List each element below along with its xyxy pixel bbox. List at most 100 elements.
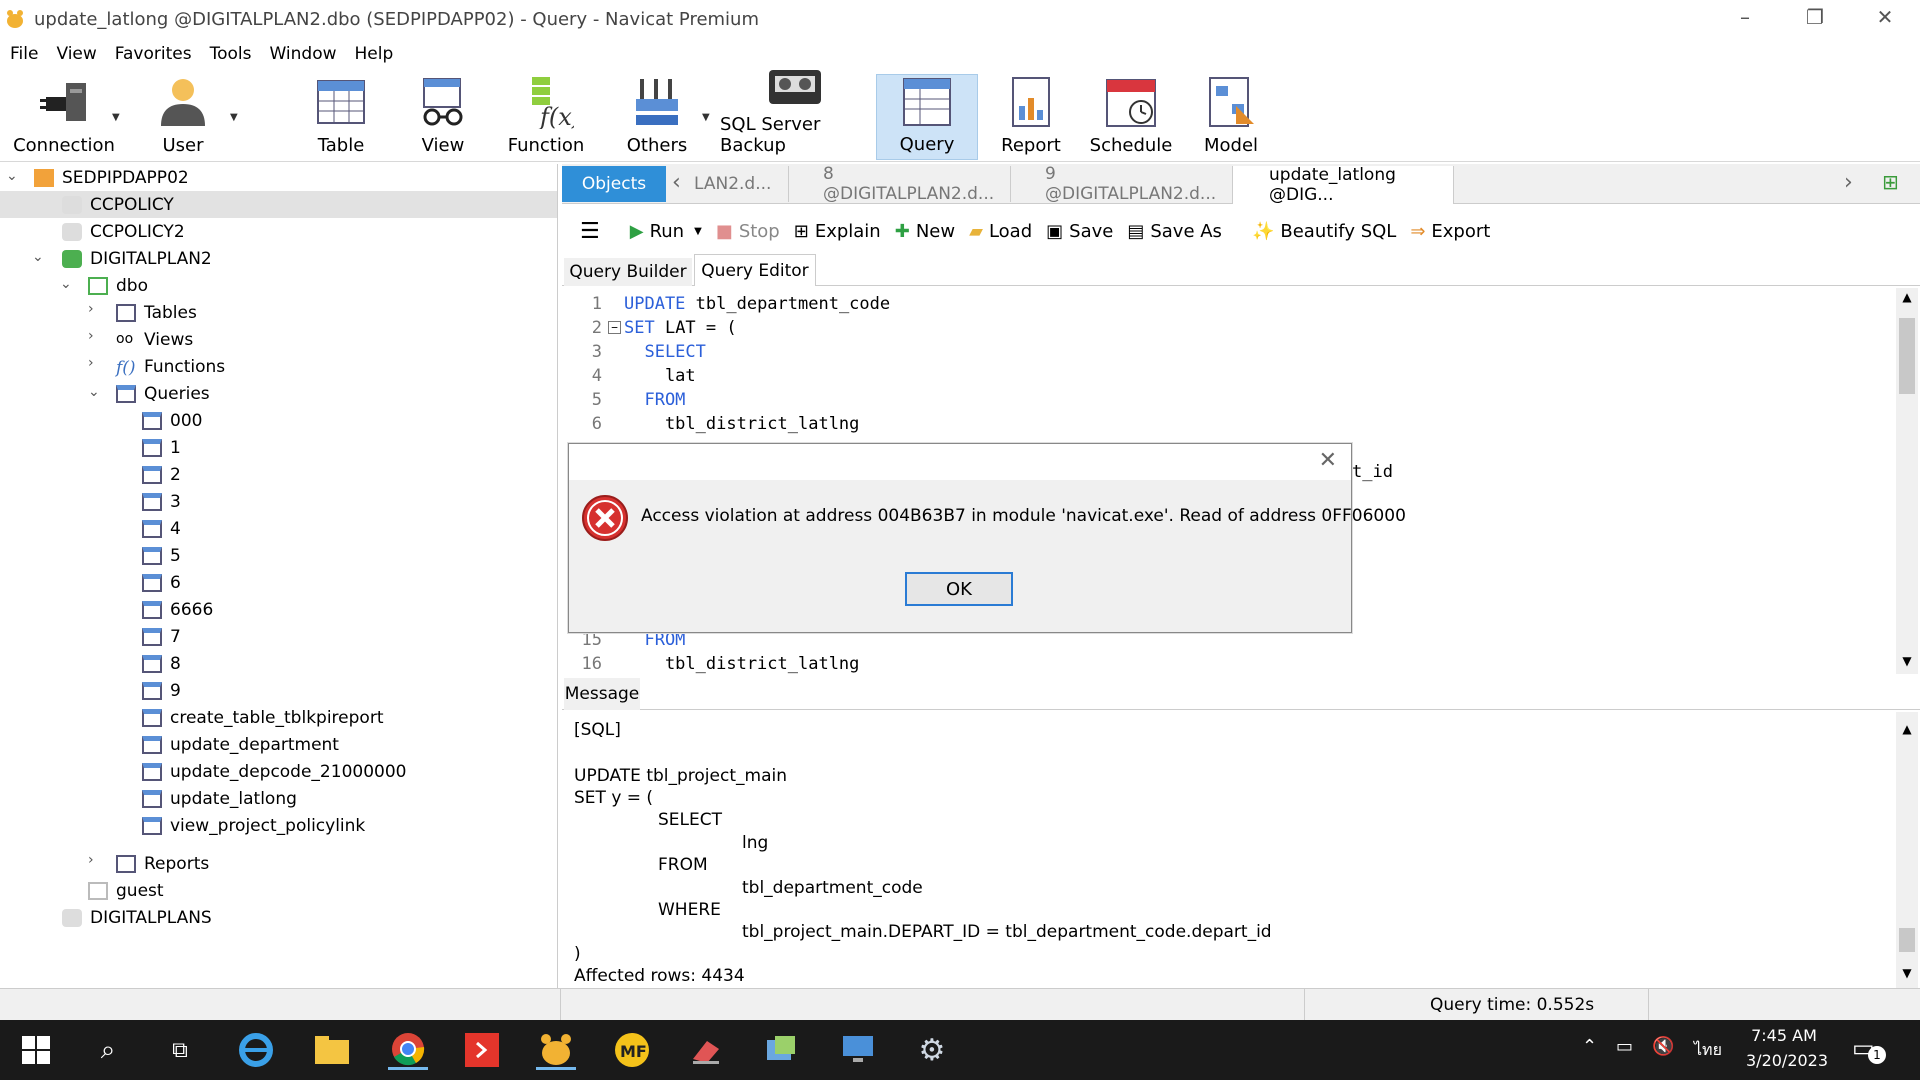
others-button[interactable]: Others	[622, 74, 692, 160]
new-tab-icon[interactable]: ⊞	[1882, 170, 1899, 194]
tree-query-item[interactable]: 000	[0, 407, 202, 434]
tree-db-ccpolicy2[interactable]: CCPOLICY2	[0, 218, 185, 245]
chevron-right-icon[interactable]: ›	[88, 301, 94, 317]
tab-query-9[interactable]: 9 @DIGITALPLAN2.d...	[1010, 164, 1232, 204]
connection-button[interactable]: Connection	[13, 74, 115, 160]
minimize-button[interactable]: –	[1710, 0, 1780, 34]
save-button[interactable]: ▣ Save	[1046, 221, 1113, 242]
explain-button[interactable]: ⊞ Explain	[794, 221, 881, 242]
fold-icon[interactable]: −	[608, 321, 621, 334]
tab-query-editor[interactable]: Query Editor	[694, 254, 816, 286]
tree-schema-dbo[interactable]: ⌄ dbo	[0, 272, 148, 299]
close-window-button[interactable]: ✕	[1850, 0, 1920, 34]
menu-view[interactable]: View	[46, 44, 104, 64]
beautify-sql-button[interactable]: ✨ Beautify SQL	[1252, 221, 1396, 242]
scroll-thumb[interactable]	[1899, 928, 1915, 952]
scroll-up-icon[interactable]: ▲	[1896, 722, 1918, 736]
chevron-up-icon[interactable]: ⌃	[1582, 1036, 1597, 1057]
chevron-right-icon[interactable]: ›	[1844, 170, 1853, 195]
view-button[interactable]: View	[408, 74, 478, 160]
report-button[interactable]: Report	[996, 74, 1066, 160]
chevron-left-icon[interactable]: ‹	[672, 170, 681, 195]
tab-query-8[interactable]: 8 @DIGITALPLAN2.d...	[788, 164, 1010, 204]
input-language[interactable]: ไทย	[1694, 1038, 1722, 1063]
stop-button[interactable]: ■ Stop	[716, 221, 780, 242]
anydesk-icon[interactable]	[462, 1030, 502, 1070]
connection-dropdown-icon[interactable]: ▼	[112, 112, 120, 123]
schedule-button[interactable]: Schedule	[1090, 74, 1172, 160]
search-icon[interactable]: ⌕	[88, 1030, 128, 1070]
tree-query-item[interactable]: 7	[0, 623, 181, 650]
scroll-down-icon[interactable]: ▼	[1896, 966, 1918, 980]
menu-window[interactable]: Window	[259, 44, 344, 64]
tree-reports[interactable]: › Reports	[0, 850, 209, 877]
load-button[interactable]: ▰ Load	[969, 221, 1032, 242]
tab-query-1[interactable]: LAN2.d...	[694, 174, 771, 194]
tree-query-item[interactable]: 8	[0, 650, 181, 677]
tree-query-item[interactable]: 9	[0, 677, 181, 704]
chevron-down-icon[interactable]: ⌄	[60, 276, 72, 292]
sql-server-backup-button[interactable]: SQL Server Backup	[720, 70, 870, 160]
tree-db-digitalplans[interactable]: DIGITALPLANS	[0, 904, 212, 931]
remote-desktop-icon[interactable]	[838, 1030, 878, 1070]
tree-query-item[interactable]: update_latlong	[0, 785, 297, 812]
tree-queries[interactable]: ⌄ Queries	[0, 380, 210, 407]
tree-query-item[interactable]: 6666	[0, 596, 213, 623]
new-button[interactable]: ✚ New	[895, 221, 955, 242]
tab-query-builder[interactable]: Query Builder	[564, 258, 692, 286]
tree-guest[interactable]: guest	[0, 877, 164, 904]
navicat-taskbar-icon[interactable]	[536, 1030, 576, 1070]
menu-file[interactable]: File	[0, 44, 46, 64]
chrome-icon[interactable]	[388, 1030, 428, 1070]
user-button[interactable]: User	[148, 74, 218, 160]
table-button[interactable]: Table	[306, 74, 376, 160]
tab-objects[interactable]: Objects	[562, 166, 666, 202]
tree-db-ccpolicy[interactable]: CCPOLICY	[0, 191, 557, 218]
message-scrollbar[interactable]: ▲ ▼	[1896, 712, 1918, 988]
tree-server[interactable]: ⌄ SEDPIPDAPP02	[0, 164, 189, 191]
clock[interactable]: 7:45 AM 3/20/2023	[1746, 1026, 1828, 1070]
tab-message[interactable]: Message	[564, 678, 640, 710]
chevron-down-icon[interactable]: ⌄	[88, 384, 100, 400]
tree-db-digitalplan2[interactable]: ⌄ DIGITALPLAN2	[0, 245, 212, 272]
others-dropdown-icon[interactable]: ▼	[702, 112, 710, 123]
chevron-right-icon[interactable]: ›	[88, 355, 94, 371]
scroll-up-icon[interactable]: ▲	[1896, 290, 1918, 304]
scroll-down-icon[interactable]: ▼	[1896, 654, 1918, 668]
query-button[interactable]: Query	[876, 74, 978, 160]
menu-help[interactable]: Help	[345, 44, 402, 64]
tree-query-item[interactable]: 2	[0, 461, 181, 488]
run-button[interactable]: ▶ Run ▼	[630, 221, 702, 242]
tree-query-item[interactable]: 4	[0, 515, 181, 542]
tree-functions[interactable]: › f() Functions	[0, 353, 225, 380]
tree-query-item[interactable]: 5	[0, 542, 181, 569]
network-manager-icon[interactable]	[762, 1030, 802, 1070]
export-button[interactable]: ⇒ Export	[1410, 221, 1490, 242]
user-dropdown-icon[interactable]: ▼	[230, 112, 238, 123]
internet-explorer-icon[interactable]	[236, 1030, 276, 1070]
tree-query-item[interactable]: 6	[0, 569, 181, 596]
close-icon[interactable]: ✕	[1319, 448, 1337, 473]
tree-query-item[interactable]: 3	[0, 488, 181, 515]
chevron-down-icon[interactable]: ⌄	[32, 249, 44, 265]
volume-muted-icon[interactable]: 🔇	[1652, 1036, 1674, 1057]
scroll-thumb[interactable]	[1899, 318, 1915, 394]
file-explorer-icon[interactable]	[312, 1030, 352, 1070]
chevron-down-icon[interactable]: ⌄	[6, 168, 18, 184]
tree-query-item[interactable]: view_project_policylink	[0, 812, 365, 839]
menu-tools[interactable]: Tools	[200, 44, 260, 64]
chevron-right-icon[interactable]: ›	[88, 328, 94, 344]
menu-favorites[interactable]: Favorites	[105, 44, 200, 64]
tree-query-item[interactable]: update_department	[0, 731, 339, 758]
tree-tables[interactable]: › Tables	[0, 299, 197, 326]
windows-start-icon[interactable]	[16, 1030, 56, 1070]
settings-gear-icon[interactable]: ⚙	[912, 1030, 952, 1070]
tree-query-item[interactable]: 1	[0, 434, 181, 461]
eraser-app-icon[interactable]	[686, 1030, 726, 1070]
tree-query-item[interactable]: create_table_tblkpireport	[0, 704, 383, 731]
tree-views[interactable]: › oo Views	[0, 326, 193, 353]
editor-scrollbar[interactable]: ▲ ▼	[1896, 288, 1918, 674]
mf-app-icon[interactable]: MF	[612, 1030, 652, 1070]
chevron-right-icon[interactable]: ›	[88, 852, 94, 868]
model-button[interactable]: Model	[1196, 74, 1266, 160]
